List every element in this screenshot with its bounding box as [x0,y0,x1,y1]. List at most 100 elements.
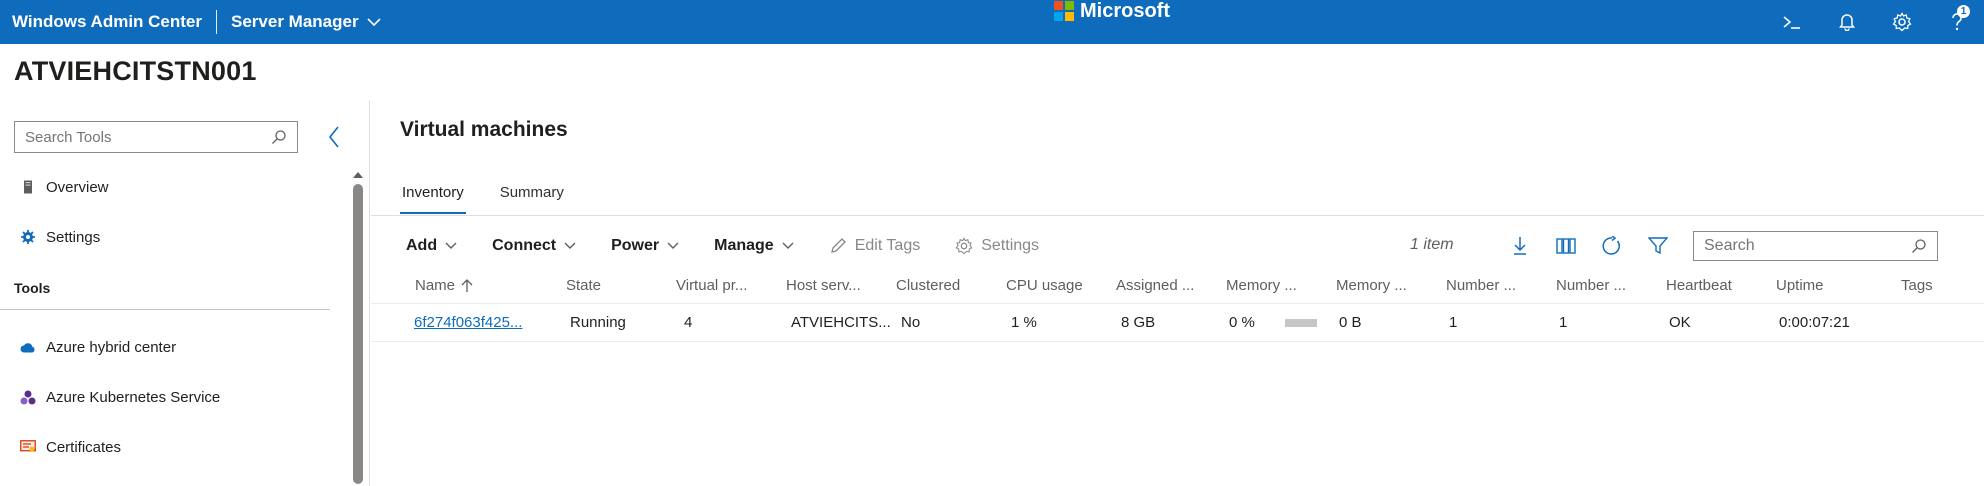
help-button[interactable]: 1 [1929,0,1984,44]
scroll-up-arrow-icon[interactable] [353,172,363,178]
terminal-button[interactable] [1764,0,1819,44]
vm-settings-button[interactable]: Settings [955,237,1039,255]
settings-button[interactable] [1874,0,1929,44]
assigned-memory-cell: 8 GB [1121,314,1156,331]
pencil-icon [830,238,846,253]
tools-scrollbar[interactable] [352,170,364,486]
filter-button[interactable] [1646,234,1670,258]
tab-summary[interactable]: Summary [498,180,566,214]
sidebar-item-settings[interactable]: Settings [0,212,340,262]
connect-button[interactable]: Connect [492,237,576,255]
context-switcher[interactable]: Server Manager [231,12,381,32]
column-header-cpu-usage[interactable]: CPU usage [1006,277,1116,294]
sidebar-item-label: Azure hybrid center [46,338,177,356]
column-header-memory-demand[interactable]: Memory ... [1336,277,1446,294]
cpu-usage-cell: 1 % [1011,314,1037,331]
connect-label: Connect [492,237,557,254]
column-header-state[interactable]: State [566,277,676,294]
item-count: 1 item [1410,236,1454,253]
grid-search-field[interactable] [1693,231,1938,261]
edit-tags-button[interactable]: Edit Tags [829,237,921,255]
tab-bar: Inventory Summary [400,180,598,214]
chevron-down-icon [367,17,381,26]
power-button[interactable]: Power [611,237,679,255]
vm-table: Name State Virtual pr... Host serv... Cl… [371,268,1984,342]
microsoft-wordmark: Microsoft [1080,0,1170,22]
microsoft-logo-icon [1054,1,1074,21]
top-bar: Windows Admin Center Server Manager Micr… [0,0,1984,44]
memory-pressure-bar [1284,319,1317,328]
download-icon [1514,237,1526,255]
kubernetes-icon [20,389,36,405]
refresh-button[interactable] [1600,234,1624,258]
sidebar-item-azure-kubernetes-service[interactable]: Azure Kubernetes Service [0,372,340,422]
column-header-heartbeat[interactable]: Heartbeat [1666,277,1776,294]
table-header-row: Name State Virtual pr... Host serv... Cl… [371,268,1984,304]
scroll-thumb[interactable] [353,184,363,484]
app-title[interactable]: Windows Admin Center [0,12,202,32]
certificate-icon [20,439,36,455]
add-button[interactable]: Add [406,237,457,255]
chevron-down-icon [667,242,679,249]
edit-tags-label: Edit Tags [854,237,921,254]
virtual-processors-cell: 4 [684,314,693,331]
notifications-button[interactable] [1819,0,1874,44]
power-label: Power [611,237,660,254]
gear-icon [1892,12,1911,32]
search-tools-field[interactable] [14,121,298,153]
column-header-tags[interactable]: Tags [1901,277,1981,294]
server-icon [20,179,36,195]
clustered-cell: No [901,314,921,331]
server-name: ATVIEHCITSTN001 [14,56,257,86]
help-badge: 1 [1957,5,1970,18]
top-bar-actions: 1 [1764,0,1984,44]
column-header-virtual-processors[interactable]: Virtual pr... [676,277,786,294]
page-title: Virtual machines [400,118,568,141]
column-header-number-b[interactable]: Number ... [1556,277,1666,294]
vm-settings-label: Settings [981,237,1040,254]
column-header-clustered[interactable]: Clustered [896,277,1006,294]
tab-inventory[interactable]: Inventory [400,180,466,214]
tools-nav: Overview Settings Tools Azure hybrid cen… [0,162,340,472]
collapse-panel-button[interactable] [322,124,346,150]
microsoft-logo: Microsoft [1054,0,1170,22]
sidebar-item-azure-hybrid-center[interactable]: Azure hybrid center [0,322,340,372]
terminal-icon [1782,16,1800,29]
refresh-icon [1602,236,1620,255]
column-header-host-server[interactable]: Host serv... [786,277,896,294]
chevron-left-icon [328,126,339,148]
sidebar-item-label: Azure Kubernetes Service [46,388,221,406]
sidebar-item-overview[interactable]: Overview [0,162,340,212]
columns-icon [1556,238,1576,254]
column-header-uptime[interactable]: Uptime [1776,277,1901,294]
brand-divider [216,10,217,34]
chevron-down-icon [445,242,457,249]
column-header-label: Name [415,277,456,294]
column-header-memory-pressure[interactable]: Memory ... [1226,277,1336,294]
sidebar-item-label: Certificates [46,438,122,456]
state-cell: Running [570,314,626,331]
column-picker-button[interactable] [1554,234,1578,258]
column-header-name[interactable]: Name [406,277,566,294]
cloud-icon [20,339,36,355]
column-header-assigned-memory[interactable]: Assigned ... [1116,277,1226,294]
bell-icon [1838,14,1855,31]
gear-icon [20,229,36,245]
export-button[interactable] [1508,234,1532,258]
search-tools-input[interactable] [25,128,271,146]
chevron-down-icon [782,242,794,249]
tabs-divider [371,215,1984,216]
add-label: Add [406,237,438,254]
host-server-cell: ATVIEHCITS... [791,314,891,331]
table-row[interactable]: 6f274f063f425... Running 4 ATVIEHCITS...… [371,304,1984,342]
search-icon [1912,239,1926,253]
manage-button[interactable]: Manage [714,237,794,255]
sidebar-item-label: Settings [46,228,101,246]
column-header-number-a[interactable]: Number ... [1446,277,1556,294]
tools-section-header: Tools [0,266,330,310]
grid-search-input[interactable] [1704,237,1911,255]
gear-icon [955,237,973,255]
filter-icon [1648,237,1668,255]
sidebar-item-certificates[interactable]: Certificates [0,422,340,472]
vm-name-link[interactable]: 6f274f063f425... [414,314,522,331]
